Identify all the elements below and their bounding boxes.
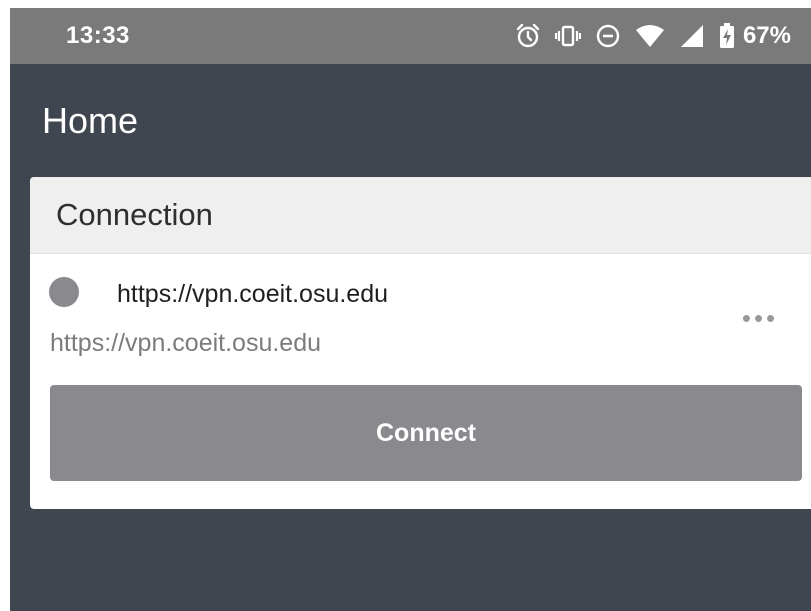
status-time: 13:33 [66, 22, 130, 49]
page-title: Home [42, 100, 139, 141]
alarm-icon [515, 23, 541, 49]
connect-button[interactable]: Connect [50, 385, 802, 481]
more-options-button[interactable]: ••• [735, 303, 785, 333]
connection-card: Connection https://vpn.coeit.osu.edu htt… [30, 177, 811, 509]
app-screen: 13:33 67% Home Connection https://vpn.co… [10, 8, 811, 611]
battery-charging-icon [719, 23, 735, 49]
more-icon: ••• [741, 302, 779, 333]
connection-status-dot [49, 277, 79, 307]
card-header: Connection [30, 177, 811, 254]
connection-name: https://vpn.coeit.osu.edu [117, 280, 389, 308]
wifi-icon [635, 24, 665, 48]
do-not-disturb-icon [595, 23, 621, 49]
status-bar: 13:33 67% [10, 8, 811, 64]
cell-signal-icon [679, 24, 705, 48]
vibrate-icon [554, 24, 581, 48]
connection-url: https://vpn.coeit.osu.edu [50, 329, 322, 357]
status-icons: 67% [515, 20, 791, 52]
battery-percent: 67% [742, 22, 791, 49]
